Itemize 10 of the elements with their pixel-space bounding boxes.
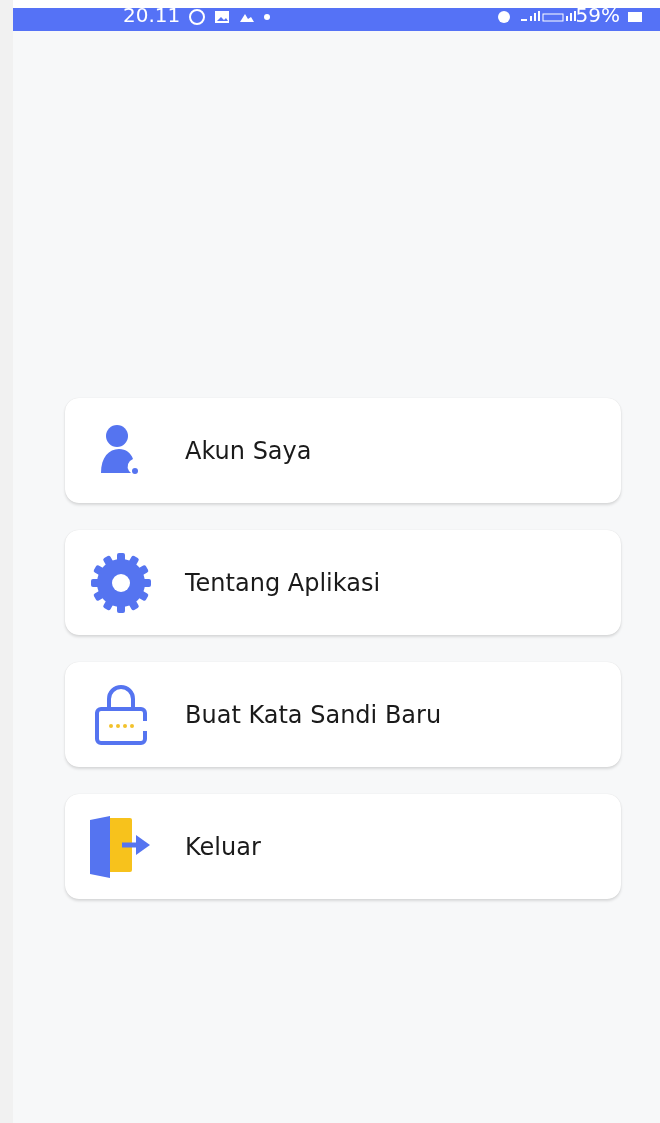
menu-item[interactable]: Keluar (65, 794, 621, 899)
battery-percent: 59% (575, 4, 620, 25)
dot-icon (264, 13, 271, 20)
gear-icon (89, 550, 153, 615)
signal-icon (519, 11, 576, 22)
menu-item[interactable]: Akun Saya (65, 398, 621, 503)
battery-icon (628, 11, 642, 22)
status-time: 20.11 (123, 4, 181, 25)
menu-item[interactable]: Tentang Aplikasi (65, 530, 621, 635)
menu-item[interactable]: Buat Kata Sandi Baru (65, 662, 621, 767)
